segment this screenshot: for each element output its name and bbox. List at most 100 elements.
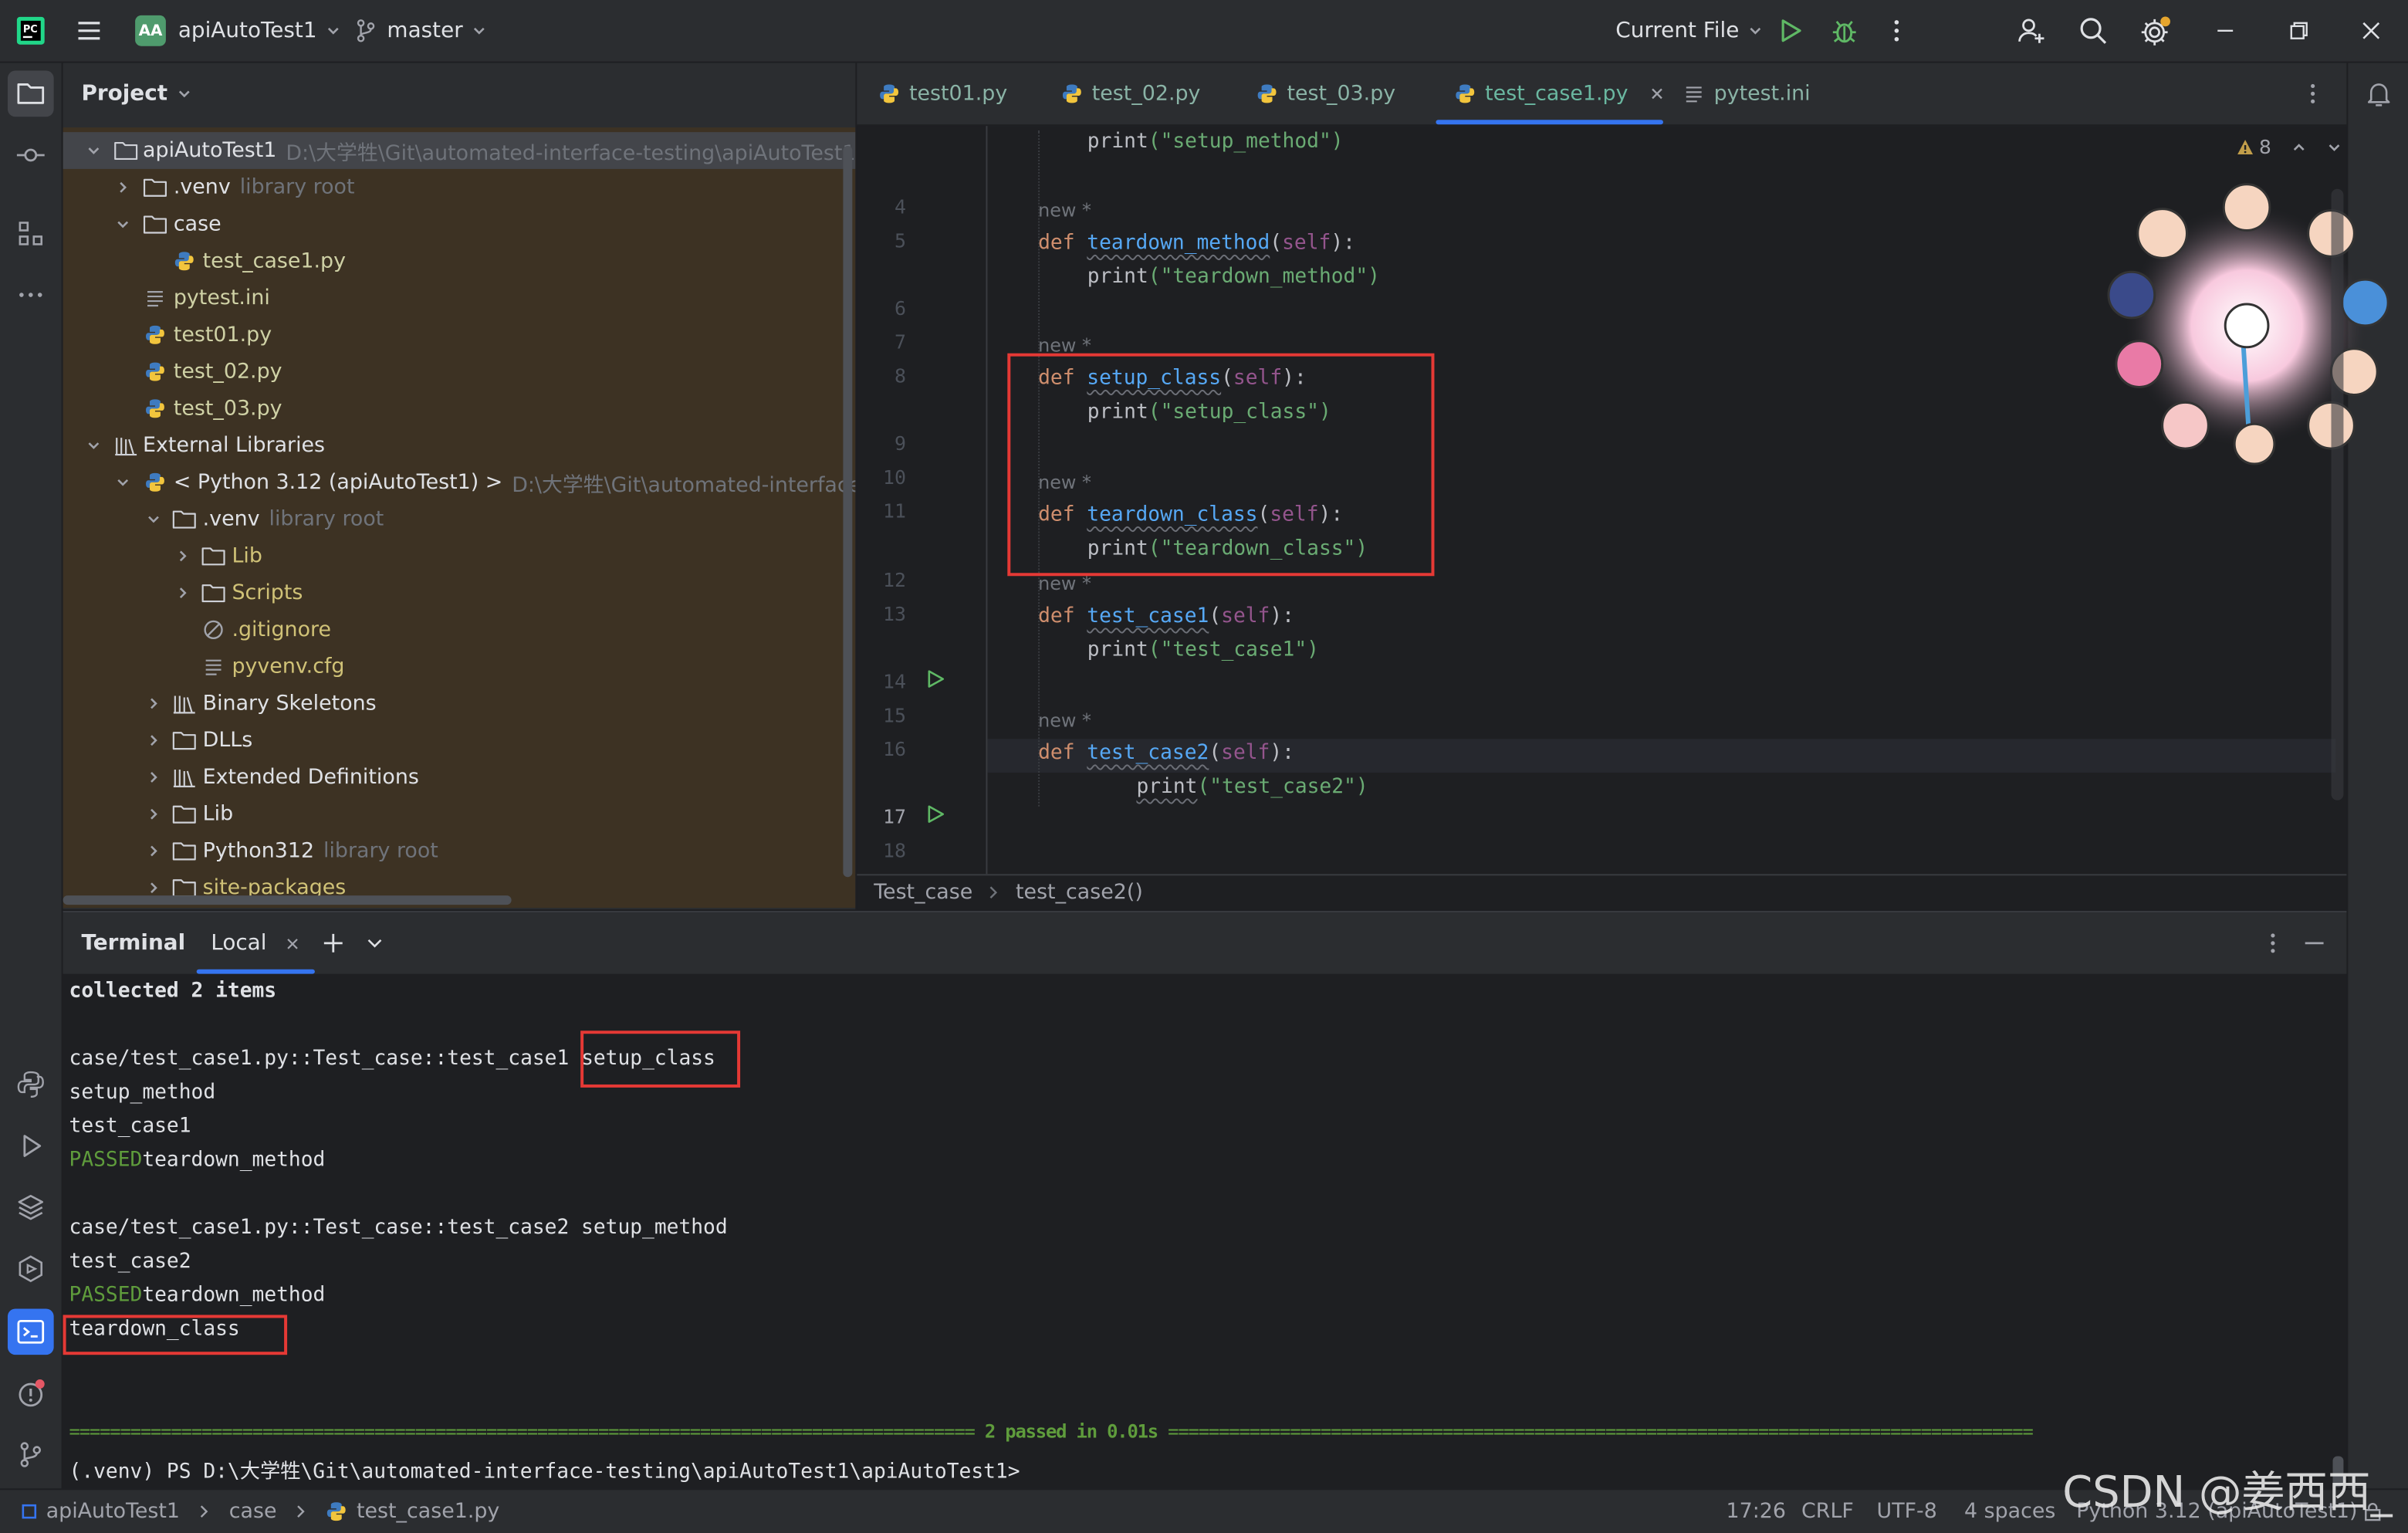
- notifications-bell-icon[interactable]: [2356, 71, 2402, 117]
- tree-item-test01[interactable]: test01.py: [63, 316, 856, 354]
- tree-item-test03[interactable]: test_03.py: [63, 390, 856, 427]
- run-icon[interactable]: [1777, 0, 1804, 62]
- chevron-down-icon[interactable]: [366, 936, 384, 951]
- tree-item-test-case1[interactable]: test_case1.py: [63, 242, 856, 279]
- code-line-6[interactable]: def teardown_method(self):: [1038, 232, 1355, 255]
- project-switcher[interactable]: AA apiAutoTest1: [135, 0, 341, 62]
- search-icon[interactable]: [2078, 0, 2109, 62]
- line-separator[interactable]: CRLF: [1801, 1490, 1854, 1533]
- terminal-options-icon[interactable]: [2268, 931, 2278, 956]
- debug-icon[interactable]: [1831, 0, 1858, 62]
- restore-icon[interactable]: [2287, 0, 2312, 62]
- tree-item-extended-definitions[interactable]: Extended Definitions: [63, 759, 856, 796]
- tree-horizontal-scrollbar[interactable]: [63, 895, 512, 905]
- chevron-right-icon[interactable]: [143, 766, 164, 788]
- caret-position[interactable]: 17:26: [1727, 1490, 1786, 1533]
- status-crumb[interactable]: test_case1.py: [357, 1499, 499, 1524]
- chevron-down-icon[interactable]: [112, 472, 134, 493]
- chevron-down-icon[interactable]: [83, 140, 104, 161]
- hide-panel-icon[interactable]: [2302, 931, 2327, 956]
- python-console-icon[interactable]: [8, 1061, 54, 1108]
- run-test-gutter-icon[interactable]: [925, 804, 946, 825]
- chevron-down-icon[interactable]: [83, 435, 104, 456]
- add-user-icon[interactable]: [2017, 0, 2048, 62]
- layers-tool-icon[interactable]: [8, 1184, 54, 1230]
- tab-pytest-ini[interactable]: pytest.ini: [1683, 63, 1811, 125]
- terminal-tab-local[interactable]: Local: [197, 912, 313, 974]
- pycharm-logo-icon[interactable]: PC: [15, 0, 46, 62]
- more-actions-icon[interactable]: [1885, 0, 1907, 62]
- tree-item-venv-sdk[interactable]: .venv library root: [63, 501, 856, 538]
- breadcrumb-item[interactable]: Test_case: [874, 880, 972, 905]
- tree-item-binary-skeletons[interactable]: Binary Skeletons: [63, 685, 856, 723]
- minimize-icon[interactable]: [2213, 0, 2237, 62]
- tree-item-test02[interactable]: test_02.py: [63, 354, 856, 391]
- chevron-right-icon[interactable]: [143, 804, 164, 825]
- project-tool-icon[interactable]: [7, 70, 54, 117]
- problems-tool-icon[interactable]: [8, 1370, 54, 1416]
- chevron-down-icon[interactable]: [143, 509, 164, 530]
- services-tool-icon[interactable]: [8, 1246, 54, 1292]
- tree-item-venv[interactable]: .venv library root: [63, 169, 856, 206]
- terminal-prompt[interactable]: (.venv) PS D:\大学牲\Git\automated-interfac…: [69, 1455, 1020, 1484]
- status-crumb[interactable]: apiAutoTest1: [46, 1499, 180, 1524]
- main-menu-icon[interactable]: [74, 0, 105, 62]
- code-vision-hint[interactable]: new *: [1038, 709, 1091, 731]
- chevron-right-icon[interactable]: [143, 729, 164, 751]
- tree-item-pyvenv-cfg[interactable]: pyvenv.cfg: [63, 648, 856, 685]
- branch-switcher[interactable]: master: [355, 0, 488, 62]
- close-icon[interactable]: [2359, 0, 2383, 62]
- tab-options-icon[interactable]: [2308, 63, 2318, 125]
- tree-item-scripts[interactable]: Scripts: [63, 574, 856, 611]
- new-terminal-plus-icon[interactable]: [321, 931, 346, 956]
- git-tool-icon[interactable]: [8, 1432, 54, 1478]
- tree-item-dlls[interactable]: DLLs: [63, 722, 856, 759]
- commit-tool-icon[interactable]: [8, 132, 54, 178]
- status-crumb[interactable]: case: [229, 1499, 277, 1524]
- close-tab-icon[interactable]: [285, 936, 299, 950]
- project-panel-header[interactable]: Project: [63, 63, 856, 125]
- chevron-down-icon[interactable]: [112, 214, 134, 235]
- file-encoding[interactable]: UTF-8: [1877, 1490, 1937, 1533]
- tab-test01[interactable]: test01.py: [878, 63, 1007, 125]
- tree-item-project-root[interactable]: apiAutoTest1 D:\大学牲\Git\automated-interf…: [63, 132, 856, 169]
- chevron-up-icon[interactable]: [2291, 139, 2307, 154]
- inspection-widget[interactable]: 8: [2236, 135, 2342, 158]
- tree-item-python312[interactable]: Python312 library root: [63, 833, 856, 870]
- code-vision-hint[interactable]: new *: [1038, 200, 1091, 222]
- code-line-4[interactable]: print("setup_method"): [1087, 130, 1344, 154]
- tab-test03[interactable]: test_03.py: [1256, 63, 1395, 125]
- tree-item-python-sdk[interactable]: < Python 3.12 (apiAutoTest1) > D:\大学牲\Gi…: [63, 464, 855, 501]
- run-config-selector[interactable]: Current File: [1615, 0, 1764, 62]
- tab-test-case1[interactable]: test_case1.py: [1454, 63, 1665, 125]
- settings-gear-icon[interactable]: [2139, 0, 2173, 62]
- code-vision-hint[interactable]: new *: [1038, 573, 1091, 594]
- code-line-17[interactable]: def test_case2(self):: [1038, 742, 1294, 765]
- chevron-right-icon[interactable]: [143, 692, 164, 714]
- tab-test02[interactable]: test_02.py: [1061, 63, 1200, 125]
- tree-item-lib[interactable]: Lib: [63, 538, 856, 575]
- tree-item-pytest-ini[interactable]: pytest.ini: [63, 279, 856, 316]
- code-line-7[interactable]: print("teardown_method"): [1087, 266, 1380, 289]
- chevron-down-icon[interactable]: [2326, 139, 2342, 154]
- tree-vertical-scrollbar[interactable]: [843, 146, 853, 878]
- code-line-14[interactable]: def test_case1(self):: [1038, 605, 1294, 628]
- tree-item-case[interactable]: case: [63, 206, 856, 243]
- editor-scrollbar[interactable]: [2331, 188, 2344, 800]
- chevron-right-icon[interactable]: [143, 841, 164, 862]
- chevron-right-icon[interactable]: [172, 545, 194, 567]
- run-tool-icon[interactable]: [8, 1123, 54, 1169]
- run-test-gutter-icon[interactable]: [925, 668, 946, 690]
- breadcrumb-item[interactable]: test_case2(): [1016, 880, 1143, 905]
- more-tools-icon[interactable]: [8, 272, 54, 318]
- chevron-right-icon[interactable]: [172, 582, 194, 604]
- tree-item-lib-sdk[interactable]: Lib: [63, 796, 856, 833]
- terminal-tool-icon[interactable]: [7, 1308, 54, 1355]
- tree-item-gitignore[interactable]: .gitignore: [63, 611, 856, 648]
- structure-tool-icon[interactable]: [8, 211, 54, 257]
- code-line-15[interactable]: print("test_case1"): [1087, 639, 1319, 662]
- chevron-right-icon[interactable]: [112, 177, 134, 198]
- close-tab-icon[interactable]: [1649, 86, 1665, 101]
- tree-item-external-libraries[interactable]: External Libraries: [63, 427, 856, 464]
- indent-setting[interactable]: 4 spaces: [1964, 1490, 2055, 1533]
